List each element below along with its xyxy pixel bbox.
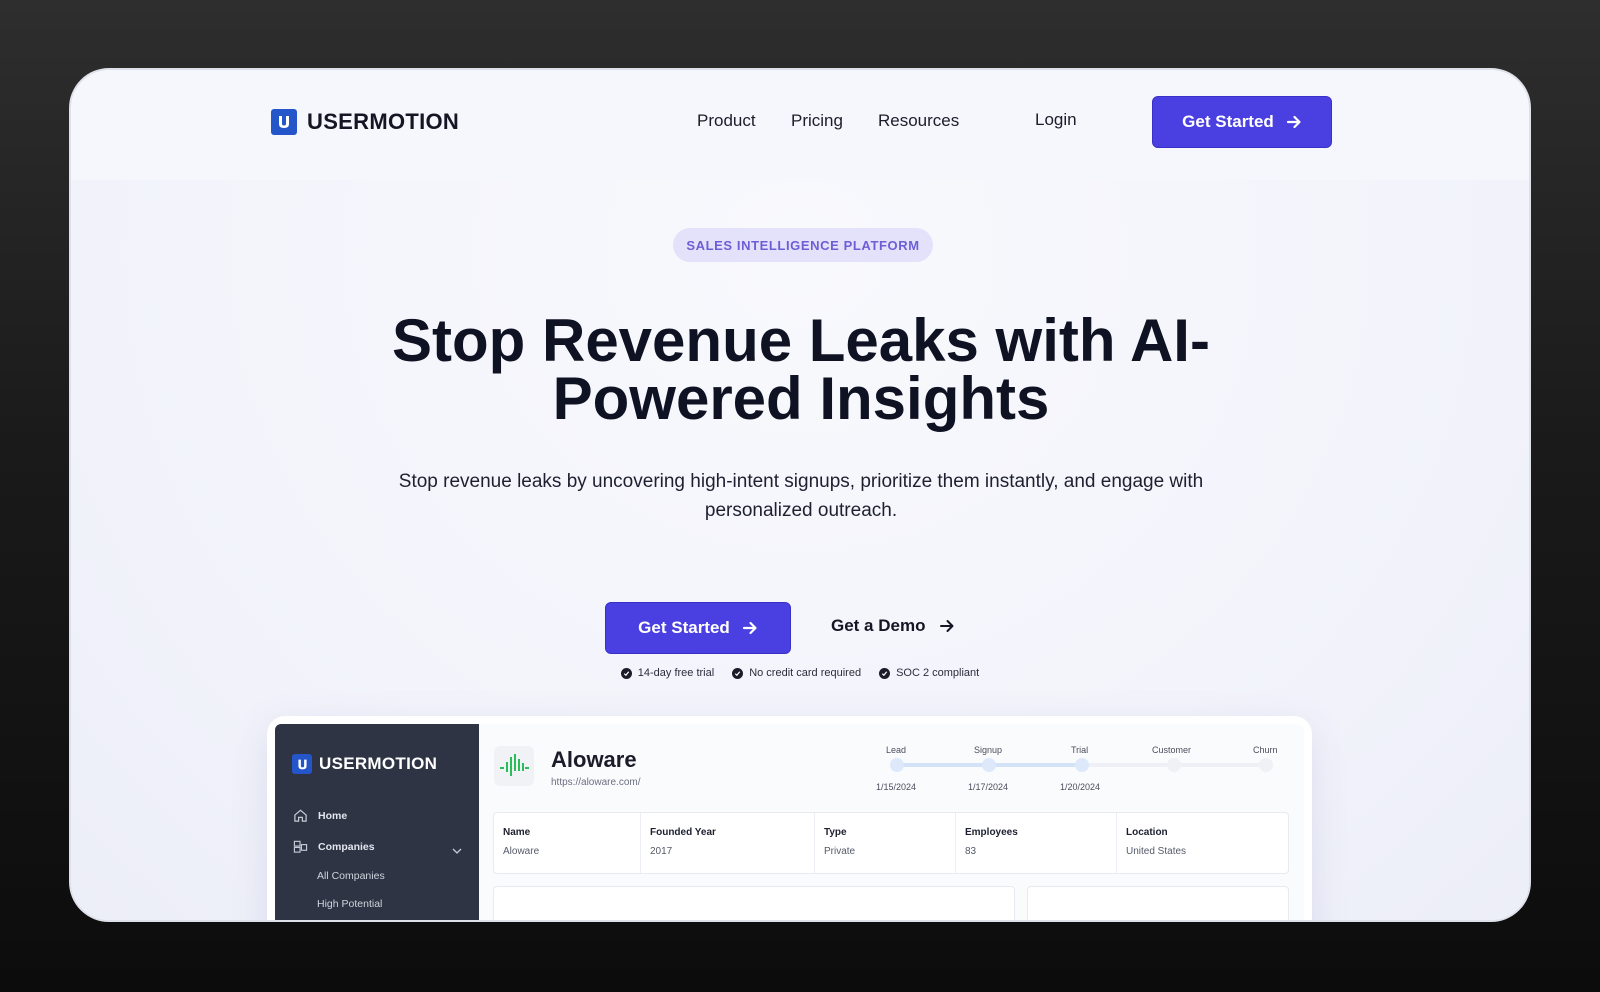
info-cell-employees: Employees 83 xyxy=(956,813,1117,873)
company-url[interactable]: https://aloware.com/ xyxy=(551,777,640,788)
product-preview: USERMOTION Home Companies All Companies … xyxy=(267,716,1312,920)
stage-node-done xyxy=(1075,758,1089,772)
hero-get-started-button[interactable]: Get Started xyxy=(605,602,791,654)
stage-label-customer: Customer xyxy=(1152,745,1192,755)
brand-logo[interactable]: USERMOTION xyxy=(271,109,459,135)
trust-check-label: 14-day free trial xyxy=(637,667,715,679)
side-card xyxy=(1027,886,1289,920)
category-badge: SALES INTELLIGENCE PLATFORM xyxy=(673,228,933,262)
company-info-table: Name Aloware Founded Year 2017 Type Priv… xyxy=(493,812,1289,874)
sidebar-item-label: Companies xyxy=(318,840,375,853)
check-circle-icon xyxy=(620,667,632,679)
info-value: Private xyxy=(824,846,856,857)
check-circle-icon xyxy=(879,667,891,679)
info-value: 2017 xyxy=(650,846,673,857)
app-logo: USERMOTION xyxy=(292,754,437,774)
stage-label-signup: Signup xyxy=(974,745,1003,755)
brand-name: USERMOTION xyxy=(307,109,460,134)
info-cell-founded-year: Founded Year 2017 xyxy=(641,813,815,873)
nav-link-product[interactable]: Product xyxy=(697,111,756,131)
check-circle-icon xyxy=(732,667,744,679)
get-demo-label: Get a Demo xyxy=(831,616,926,635)
details-card xyxy=(493,886,1015,920)
hero-subtext: Stop revenue leaks by uncovering high-in… xyxy=(361,467,1241,525)
app-main: Aloware https://aloware.com/ Lead Signup… xyxy=(479,724,1304,920)
trust-check-item: 14-day free trial xyxy=(620,667,715,679)
stage-date-signup: 1/17/2024 xyxy=(968,782,1009,792)
browser-frame: USERMOTION Product Pricing Resources Log… xyxy=(69,68,1531,922)
sidebar-subitem-high-potential[interactable]: High Potential xyxy=(317,898,382,910)
info-value: United States xyxy=(1126,846,1187,857)
stage-label-churn: Churn xyxy=(1253,745,1278,755)
companies-icon xyxy=(293,840,308,853)
arrow-right-icon xyxy=(940,620,954,632)
info-value: 83 xyxy=(965,846,977,857)
app-logo-icon xyxy=(292,754,312,774)
soundwave-icon xyxy=(500,754,529,776)
header-get-started-button[interactable]: Get Started xyxy=(1152,96,1332,148)
info-label: Location xyxy=(1126,827,1168,838)
app-sidebar: USERMOTION Home Companies All Companies … xyxy=(275,724,479,920)
hero-headline: Stop Revenue Leaks with AI- Powered Insi… xyxy=(301,311,1301,429)
info-cell-type: Type Private xyxy=(815,813,956,873)
arrow-right-icon xyxy=(742,621,757,635)
info-cell-name: Name Aloware xyxy=(494,813,641,873)
sidebar-subitem-all-companies[interactable]: All Companies xyxy=(317,870,385,882)
stage-date-lead: 1/15/2024 xyxy=(876,782,917,792)
sidebar-item-home[interactable]: Home xyxy=(293,808,347,823)
hero-get-started-label: Get Started xyxy=(638,618,730,637)
hero-subtext-line2: personalized outreach. xyxy=(704,500,898,521)
nav-link-resources[interactable]: Resources xyxy=(878,111,959,131)
stage-date-trial: 1/20/2024 xyxy=(1060,782,1101,792)
stage-node-pending xyxy=(1259,758,1273,772)
arrow-right-icon xyxy=(1286,115,1301,129)
trust-check-label: No credit card required xyxy=(749,667,862,679)
info-label: Type xyxy=(824,827,847,838)
info-label: Employees xyxy=(965,827,1018,838)
company-name: Aloware xyxy=(551,747,637,772)
app-window: USERMOTION Home Companies All Companies … xyxy=(275,724,1304,920)
info-label: Name xyxy=(503,827,531,838)
site-header: USERMOTION Product Pricing Resources Log… xyxy=(71,70,1529,180)
stage-label-lead: Lead xyxy=(886,745,907,755)
info-value: Aloware xyxy=(503,846,540,857)
stage-node-done xyxy=(982,758,996,772)
hero-headline-line2: Powered Insights xyxy=(552,365,1050,432)
stage-node-pending xyxy=(1167,758,1181,772)
hero-headline-line1: Stop Revenue Leaks with AI- xyxy=(392,307,1210,374)
sidebar-item-label: Home xyxy=(318,809,348,822)
brand-logo-icon xyxy=(271,109,297,135)
app-logo-text: USERMOTION xyxy=(319,754,438,773)
nav-link-pricing[interactable]: Pricing xyxy=(791,111,843,131)
trust-check-item: SOC 2 compliant xyxy=(879,667,979,679)
stage-node-done xyxy=(890,758,904,772)
hero-subtext-line1: Stop revenue leaks by uncovering high-in… xyxy=(398,471,1204,492)
sidebar-item-companies[interactable]: Companies xyxy=(293,839,375,854)
company-logo xyxy=(494,746,534,786)
home-icon xyxy=(294,809,307,822)
chevron-down-icon[interactable] xyxy=(451,845,463,857)
trust-check-item: No credit card required xyxy=(732,667,861,679)
header-get-started-label: Get Started xyxy=(1182,112,1274,131)
get-demo-link[interactable]: Get a Demo xyxy=(831,616,955,636)
trust-check-label: SOC 2 compliant xyxy=(896,667,980,679)
login-link[interactable]: Login xyxy=(1035,110,1077,130)
info-cell-location: Location United States xyxy=(1117,813,1288,873)
trust-checks: 14-day free trial No credit card require… xyxy=(71,667,1529,679)
info-label: Founded Year xyxy=(650,827,716,838)
stage-label-trial: Trial xyxy=(1071,745,1089,755)
